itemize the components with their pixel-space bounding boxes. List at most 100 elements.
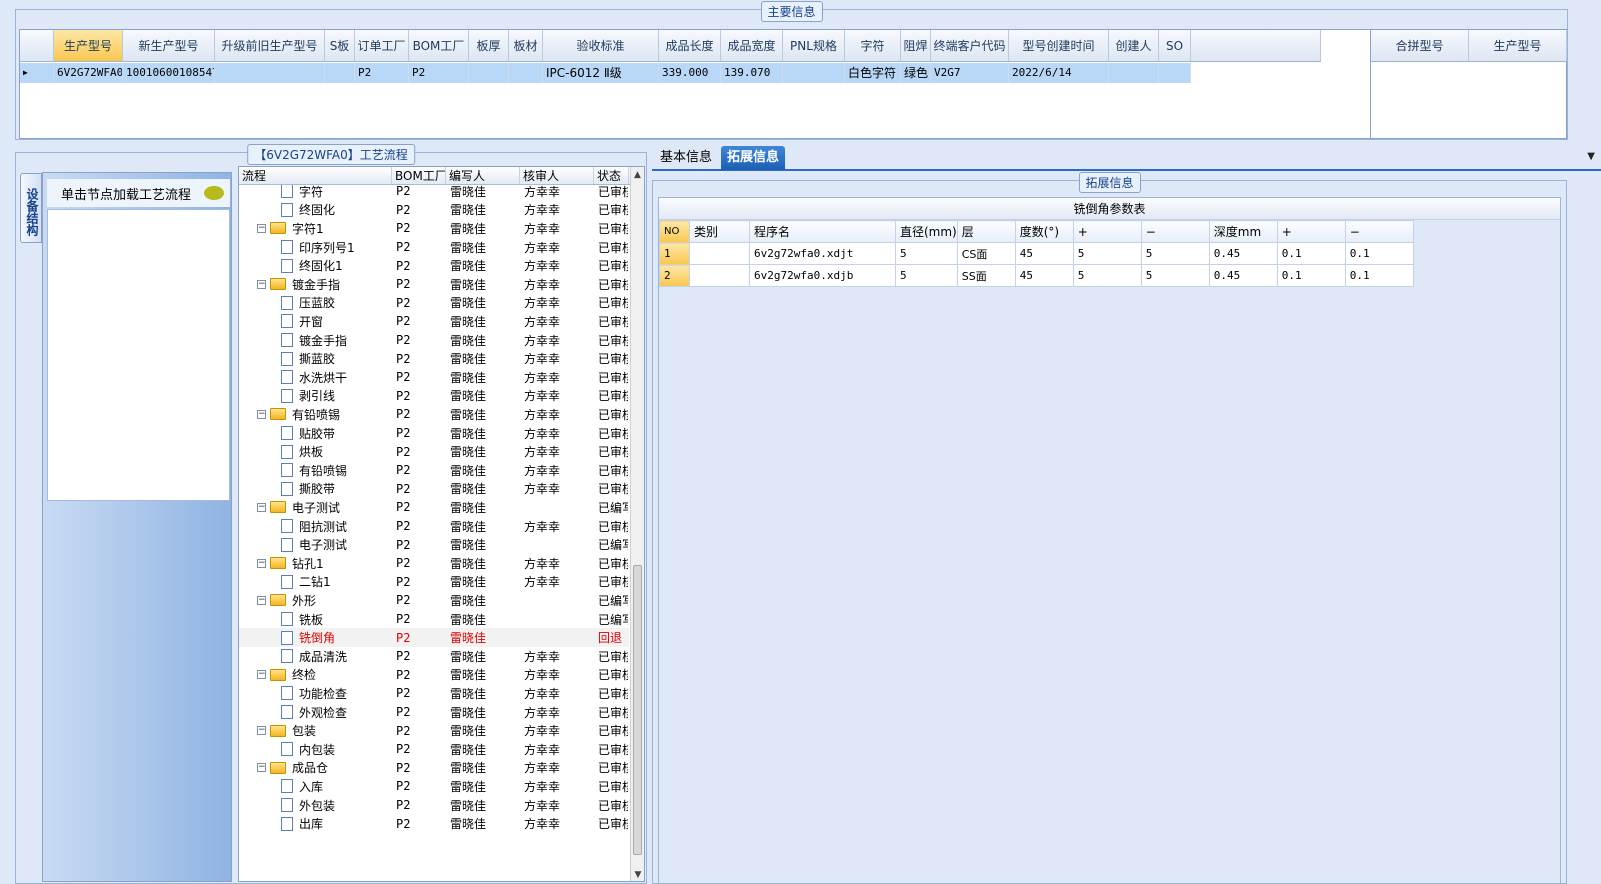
tree-node[interactable]: 烘板 — [239, 443, 392, 460]
ext-column-header[interactable]: 层 — [956, 220, 1016, 243]
ext-cell[interactable]: 2 — [659, 264, 690, 287]
ext-cell[interactable]: 5 — [1140, 264, 1210, 287]
ext-cell[interactable]: 0.1 — [1276, 264, 1346, 287]
tree-row[interactable]: 电子测试 P2 雷晓佳 已编写 — [239, 535, 629, 554]
grid-cell[interactable] — [469, 63, 509, 83]
grid-cell[interactable]: P2 — [355, 63, 409, 83]
tree-node[interactable]: 功能检查 — [239, 685, 392, 702]
grid-cell[interactable]: P2 — [409, 63, 469, 83]
ext-column-header[interactable]: + — [1072, 220, 1142, 243]
column-header[interactable]: SO — [1159, 30, 1191, 61]
ext-column-header[interactable]: 程序名 — [749, 220, 896, 243]
tree-row[interactable]: − 电子测试 P2 雷晓佳 已编写 — [239, 498, 629, 517]
ext-cell[interactable]: 5 — [895, 264, 958, 287]
tree-node[interactable]: 压蓝胶 — [239, 294, 392, 311]
column-header[interactable]: 终端客户代码 — [931, 30, 1009, 61]
tree-row[interactable]: 二钻1 P2 雷晓佳 方幸幸 已审核 — [239, 573, 629, 592]
ext-cell[interactable]: 45 — [1014, 242, 1074, 265]
grid-cell[interactable]: 10010600108547 — [123, 63, 215, 83]
tree-row[interactable]: 镀金手指 P2 雷晓佳 方幸幸 已审核 — [239, 331, 629, 350]
ext-column-header[interactable]: 度数(°) — [1014, 220, 1074, 243]
expand-toggle-icon[interactable]: − — [257, 595, 266, 605]
row-indicator-icon[interactable]: ▶ — [20, 63, 54, 83]
ext-cell[interactable]: 5 — [1072, 264, 1142, 287]
column-header[interactable]: 订单工厂 — [355, 30, 409, 61]
ext-cell[interactable]: 1 — [659, 242, 690, 265]
tree-node[interactable]: 外包装 — [239, 797, 392, 814]
column-header[interactable]: 成品宽度 — [721, 30, 783, 61]
tree-row[interactable]: 印序列号1 P2 雷晓佳 方幸幸 已审核 — [239, 238, 629, 257]
tree-node[interactable]: 终固化 — [239, 201, 392, 218]
column-header[interactable]: 型号创建时间 — [1009, 30, 1109, 61]
tree-column-header[interactable]: 流程 — [239, 167, 392, 184]
tree-node[interactable]: 撕胶带 — [239, 480, 392, 497]
column-header[interactable]: 板材 — [509, 30, 543, 61]
tree-scrollbar[interactable]: ▲ ▼ — [630, 167, 644, 881]
tree-column-header[interactable]: 状态 — [594, 167, 629, 184]
tree-node[interactable]: − 终检 — [239, 666, 392, 683]
tree-row[interactable]: 外观检查 P2 雷晓佳 方幸幸 已审核 — [239, 703, 629, 722]
tree-row[interactable]: 终固化 P2 雷晓佳 方幸幸 已审核 — [239, 201, 629, 220]
grid-cell[interactable] — [783, 63, 845, 83]
tree-node[interactable]: 镀金手指 — [239, 332, 392, 349]
ext-column-header[interactable]: − — [1344, 220, 1414, 243]
tree-node[interactable]: − 钻孔1 — [239, 555, 392, 572]
column-header[interactable]: 验收标准 — [543, 30, 659, 61]
tree-row[interactable]: − 终检 P2 雷晓佳 方幸幸 已审核 — [239, 666, 629, 685]
tree-node[interactable]: 撕蓝胶 — [239, 350, 392, 367]
tree-row[interactable]: 压蓝胶 P2 雷晓佳 方幸幸 已审核 — [239, 294, 629, 313]
column-header[interactable]: S板 — [325, 30, 355, 61]
tree-row[interactable]: 开窗 P2 雷晓佳 方幸幸 已审核 — [239, 312, 629, 331]
expand-toggle-icon[interactable]: − — [257, 223, 266, 233]
scroll-up-icon[interactable]: ▲ — [631, 167, 644, 183]
tree-node[interactable]: − 镀金手指 — [239, 276, 392, 293]
tree-node[interactable]: − 电子测试 — [239, 499, 392, 516]
ext-column-header[interactable]: 直径(mm) — [895, 220, 958, 243]
tree-node[interactable]: 出库 — [239, 815, 392, 832]
ext-cell[interactable]: 0.45 — [1208, 242, 1278, 265]
ext-cell[interactable]: 0.45 — [1208, 264, 1278, 287]
expand-toggle-icon[interactable]: − — [257, 726, 266, 736]
tree-node[interactable]: 剥引线 — [239, 387, 392, 404]
tree-node[interactable]: − 有铅喷锡 — [239, 406, 392, 423]
ext-cell[interactable]: 5 — [895, 242, 958, 265]
tree-column-header[interactable]: 编写人 — [446, 167, 520, 184]
tab-menu-icon[interactable]: ▼ — [1587, 151, 1595, 162]
tree-node[interactable]: 铣倒角 — [239, 629, 392, 646]
scroll-down-icon[interactable]: ▼ — [631, 867, 644, 881]
grid-cell[interactable]: IPC-6012 Ⅱ级 — [543, 63, 659, 83]
column-header[interactable]: 生产型号 — [1469, 30, 1567, 61]
expand-toggle-icon[interactable]: − — [257, 763, 266, 773]
column-header[interactable]: 合拼型号 — [1371, 30, 1469, 61]
column-header[interactable]: 板厚 — [469, 30, 509, 61]
ext-cell[interactable]: 6v2g72wfa0.xdjb — [749, 264, 896, 287]
tree-row[interactable]: 剥引线 P2 雷晓佳 方幸幸 已审核 — [239, 387, 629, 406]
tree-row[interactable]: 功能检查 P2 雷晓佳 方幸幸 已审核 — [239, 684, 629, 703]
tree-node[interactable]: − 外形 — [239, 592, 392, 609]
expand-toggle-icon[interactable]: − — [257, 502, 266, 512]
ext-cell[interactable]: CS面 — [956, 242, 1016, 265]
tree-node[interactable]: 贴胶带 — [239, 425, 392, 442]
ext-column-header[interactable]: − — [1140, 220, 1210, 243]
ext-cell[interactable]: 0.1 — [1344, 242, 1414, 265]
grid-cell[interactable]: 白色字符 — [845, 63, 901, 83]
main-grid-row[interactable]: ▶ 6V2G72WFA0 10010600108547 P2 P2 IPC-6012 Ⅱ级… — [20, 63, 1191, 83]
device-structure-tab[interactable]: 设备结构 — [20, 173, 42, 243]
tree-row[interactable]: 有铅喷锡 P2 雷晓佳 方幸幸 已审核 — [239, 461, 629, 480]
grid-cell[interactable]: 139.070 — [721, 63, 783, 83]
scroll-thumb[interactable] — [633, 565, 642, 855]
ext-cell[interactable]: 5 — [1072, 242, 1142, 265]
tree-node[interactable]: 有铅喷锡 — [239, 462, 392, 479]
grid-cell[interactable]: 绿色 — [901, 63, 931, 83]
grid-cell[interactable] — [509, 63, 543, 83]
tree-row[interactable]: 贴胶带 P2 雷晓佳 方幸幸 已审核 — [239, 424, 629, 443]
tree-node[interactable]: 入库 — [239, 778, 392, 795]
tree-node[interactable]: 电子测试 — [239, 536, 392, 553]
tree-node[interactable]: 阻抗测试 — [239, 518, 392, 535]
ext-table-row[interactable]: 1 6v2g72wfa0.xdjt 5 CS面 45 5 5 0.45 0.1 0.1 — [659, 242, 1414, 265]
tree-row[interactable]: − 成品仓 P2 雷晓佳 方幸幸 已审核 — [239, 759, 629, 778]
column-header[interactable]: 新生产型号 — [123, 30, 215, 61]
tree-node[interactable]: − 成品仓 — [239, 759, 392, 776]
expand-toggle-icon[interactable]: − — [257, 670, 266, 680]
ext-cell[interactable]: SS面 — [956, 264, 1016, 287]
